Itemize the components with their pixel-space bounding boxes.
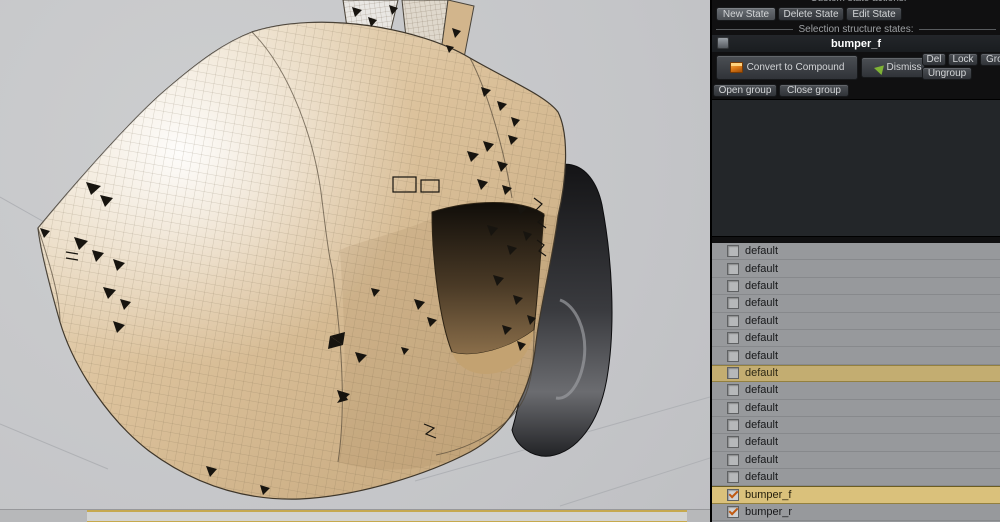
- list-item[interactable]: default: [712, 278, 1000, 295]
- row-label: default: [745, 384, 778, 396]
- group-button[interactable]: Group: [980, 53, 1000, 66]
- state-icon: [717, 37, 729, 49]
- row-checkbox[interactable]: [727, 245, 739, 257]
- viewport-3d[interactable]: [0, 0, 710, 522]
- bumper-model[interactable]: [0, 0, 710, 509]
- list-item[interactable]: default: [712, 469, 1000, 486]
- list-item[interactable]: default: [712, 243, 1000, 260]
- row-label: default: [745, 280, 778, 292]
- row-label: bumper_r: [745, 506, 792, 518]
- selection-structure-states-header: Selection structure states:: [716, 24, 996, 35]
- row-checkbox[interactable]: [727, 367, 739, 379]
- row-label: default: [745, 297, 778, 309]
- current-state-label: bumper_f: [831, 38, 881, 50]
- new-state-button[interactable]: New State: [716, 7, 776, 21]
- selection-structure-states-label: Selection structure states:: [798, 24, 913, 35]
- row-checkbox[interactable]: [727, 454, 739, 466]
- row-label: default: [745, 436, 778, 448]
- app-window: Custom state actions: New State Delete S…: [0, 0, 1000, 522]
- custom-state-actions-label: Custom state actions:: [810, 0, 906, 4]
- row-label: default: [745, 454, 778, 466]
- row-checkbox[interactable]: [727, 280, 739, 292]
- row-checkbox[interactable]: [727, 506, 739, 518]
- convert-to-compound-button[interactable]: Convert to Compound: [716, 55, 858, 80]
- list-item[interactable]: default: [712, 330, 1000, 347]
- selection-list: default default default default default …: [712, 243, 1000, 522]
- row-label: default: [745, 350, 778, 362]
- close-group-button[interactable]: Close group: [779, 84, 849, 97]
- timeline-bar[interactable]: [0, 509, 710, 522]
- custom-state-actions-header: Custom state actions:: [720, 0, 997, 4]
- row-label: default: [745, 367, 778, 379]
- list-item[interactable]: default: [712, 417, 1000, 434]
- list-item[interactable]: default: [712, 313, 1000, 330]
- list-item[interactable]: default: [712, 260, 1000, 277]
- timeline-range-thumb[interactable]: [87, 510, 687, 522]
- open-group-button[interactable]: Open group: [713, 84, 777, 97]
- state-panel: Custom state actions: New State Delete S…: [710, 0, 1000, 522]
- row-checkbox[interactable]: [727, 436, 739, 448]
- list-item[interactable]: default: [712, 434, 1000, 451]
- current-state-row[interactable]: bumper_f: [712, 35, 1000, 52]
- ungroup-button[interactable]: Ungroup: [922, 67, 972, 80]
- row-label: default: [745, 419, 778, 431]
- dismiss-button[interactable]: Dismiss: [861, 57, 925, 78]
- row-label: default: [745, 332, 778, 344]
- row-checkbox[interactable]: [727, 332, 739, 344]
- list-item[interactable]: default: [712, 295, 1000, 312]
- delete-state-button[interactable]: Delete State: [778, 7, 844, 21]
- dismiss-arrow-icon: [864, 60, 884, 74]
- lock-button[interactable]: Lock: [948, 53, 978, 66]
- list-item[interactable]: default: [712, 400, 1000, 417]
- row-label: default: [745, 315, 778, 327]
- row-label: default: [745, 471, 778, 483]
- list-item[interactable]: default: [712, 365, 1000, 382]
- list-item[interactable]: bumper_r: [712, 504, 1000, 521]
- row-checkbox[interactable]: [727, 350, 739, 362]
- row-checkbox[interactable]: [727, 489, 739, 501]
- row-checkbox[interactable]: [727, 471, 739, 483]
- row-label: bumper_f: [745, 489, 791, 501]
- row-checkbox[interactable]: [727, 419, 739, 431]
- list-item[interactable]: default: [712, 347, 1000, 364]
- row-checkbox[interactable]: [727, 402, 739, 414]
- row-checkbox[interactable]: [727, 315, 739, 327]
- row-label: default: [745, 402, 778, 414]
- list-item[interactable]: default: [712, 382, 1000, 399]
- del-button[interactable]: Del: [922, 53, 946, 66]
- list-item[interactable]: default: [712, 452, 1000, 469]
- row-checkbox[interactable]: [727, 384, 739, 396]
- row-checkbox[interactable]: [727, 297, 739, 309]
- row-checkbox[interactable]: [727, 263, 739, 275]
- row-label: default: [745, 263, 778, 275]
- states-list-area: [712, 99, 1000, 237]
- row-label: default: [745, 245, 778, 257]
- edit-state-button[interactable]: Edit State: [846, 7, 902, 21]
- compound-box-icon: [730, 62, 743, 73]
- list-item[interactable]: bumper_f: [712, 486, 1000, 503]
